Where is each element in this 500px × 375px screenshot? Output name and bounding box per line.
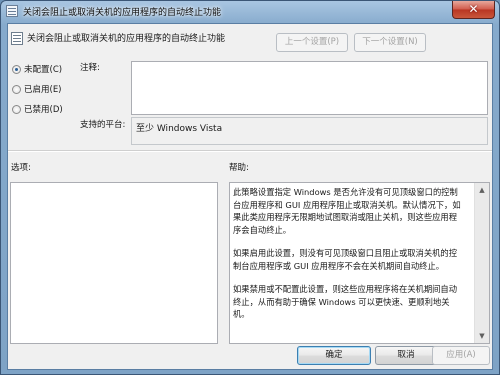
radio-label: 已启用(E) (24, 85, 62, 95)
cancel-button[interactable]: 取消 (375, 346, 437, 365)
radio-enabled[interactable]: 已启用(E) (12, 83, 62, 95)
options-panel (10, 182, 218, 344)
help-paragraph: 此策略设置指定 Windows 是否允许没有可见顶级窗口的控制台应用程序和 GU… (233, 187, 461, 235)
options-label: 选项: (11, 163, 31, 173)
radio-disabled[interactable]: 已禁用(D) (12, 103, 63, 115)
close-icon: ✕ (468, 2, 479, 16)
comment-label: 注释: (80, 63, 100, 73)
radio-button[interactable] (12, 105, 21, 114)
close-button[interactable]: ✕ (452, 1, 495, 19)
comment-textarea[interactable] (131, 61, 488, 115)
window-title: 关闭会阻止或取消关机的应用程序的自动终止功能 (23, 8, 222, 18)
platform-field: 至少 Windows Vista (131, 117, 488, 145)
platform-label: 支持的平台: (80, 120, 126, 130)
radio-label: 已禁用(D) (24, 105, 63, 115)
policy-setting-icon (11, 32, 23, 45)
title-bar[interactable]: 关闭会阻止或取消关机的应用程序的自动终止功能 ✕ (1, 1, 499, 23)
help-panel: 此策略设置指定 Windows 是否允许没有可见顶级窗口的控制台应用程序和 GU… (229, 182, 490, 344)
previous-setting-button[interactable]: 上一个设置(P) (276, 33, 348, 52)
divider (8, 150, 492, 152)
help-paragraph: 如果禁用或不配置此设置，则这些应用程序将在关机期间自动终止，从而有助于确保 Wi… (233, 284, 458, 319)
help-label: 帮助: (229, 163, 249, 173)
policy-dialog-window: 关闭会阻止或取消关机的应用程序的自动终止功能 ✕ 关闭会阻止或取消关机的应用程序… (0, 0, 500, 375)
radio-button[interactable] (12, 85, 21, 94)
radio-not-configured[interactable]: 未配置(C) (12, 63, 62, 75)
policy-title: 关闭会阻止或取消关机的应用程序的自动终止功能 (27, 34, 226, 44)
arrow-down-icon[interactable]: ▼ (476, 330, 488, 342)
help-scrollbar[interactable]: ▲ ▼ (474, 183, 489, 343)
next-setting-button[interactable]: 下一个设置(N) (354, 33, 426, 52)
ok-button[interactable]: 确定 (297, 346, 371, 365)
policy-setting-icon (6, 5, 18, 17)
apply-button[interactable]: 应用(A) (432, 346, 490, 365)
dialog-client-area: 关闭会阻止或取消关机的应用程序的自动终止功能 上一个设置(P) 下一个设置(N)… (7, 23, 493, 370)
help-paragraph: 如果启用此设置，则没有可见顶级窗口且阻止或取消关机的控制台应用程序或 GUI 应… (233, 248, 458, 271)
help-text: 此策略设置指定 Windows 是否允许没有可见顶级窗口的控制台应用程序和 GU… (233, 186, 465, 332)
arrow-up-icon[interactable]: ▲ (476, 184, 488, 196)
radio-button-selected[interactable] (12, 65, 21, 74)
radio-label: 未配置(C) (24, 65, 63, 75)
